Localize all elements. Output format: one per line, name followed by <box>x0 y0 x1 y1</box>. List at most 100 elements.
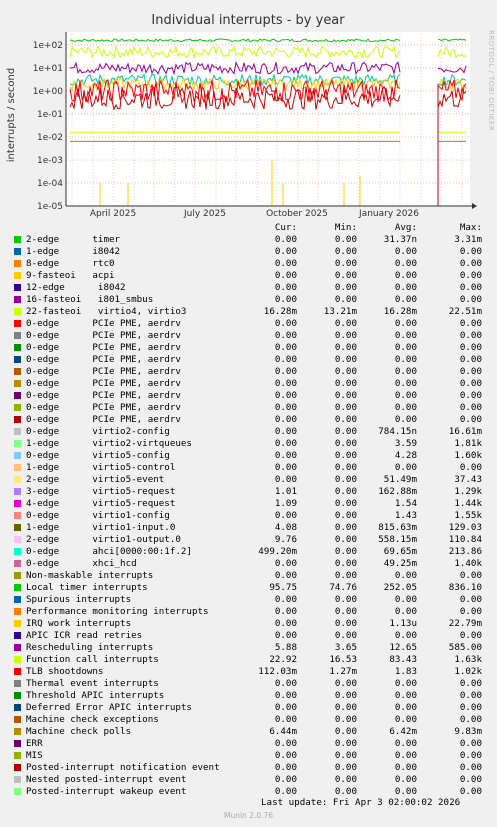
legend-value-max: 0.00 <box>459 678 482 689</box>
legend-value-avg: 0.00 <box>394 462 417 473</box>
legend-label: 0-edge virtio2-config <box>26 426 170 437</box>
legend-swatch <box>14 536 21 543</box>
legend-row: Threshold APIC interrupts 0.00 0.00 0.00 0.0… <box>0 690 497 702</box>
legend-swatch <box>14 608 21 615</box>
legend-row: IRQ work interrupts 0.00 0.00 1.13u 22.79m <box>0 618 497 630</box>
legend-value-avg: 6.42m <box>389 726 417 737</box>
legend-label: 2-edge virtio1-output.0 <box>26 534 181 545</box>
legend-row: Deferred Error APIC interrupts 0.00 0.00 0.… <box>0 702 497 714</box>
legend-row: 0-edge PCIe PME, aerdrv 0.00 0.00 0.00 0.00 <box>0 414 497 426</box>
legend-value-max: 0.00 <box>459 330 482 341</box>
legend-swatch <box>14 488 21 495</box>
y-tick-label: 1e-04 <box>37 179 63 189</box>
y-tick-label: 1e+02 <box>33 41 63 51</box>
legend-swatch <box>14 272 21 279</box>
legend-swatch <box>14 560 21 567</box>
legend-row: Nested posted-interrupt event 0.00 0.00 0.0… <box>0 774 497 786</box>
legend-value-avg: 0.00 <box>394 354 417 365</box>
legend-value-max: 1.29k <box>454 486 482 497</box>
legend-swatch <box>14 716 21 723</box>
legend-row: MIS 0.00 0.00 0.00 0.00 <box>0 750 497 762</box>
legend-label: 9-fasteoi acpi <box>26 270 115 281</box>
legend-value-avg: 815.63m <box>378 522 417 533</box>
legend-swatch <box>14 656 21 663</box>
legend-swatch <box>14 500 21 507</box>
legend-row: 4-edge virtio5-request 1.09 0.00 1.54 1.44k <box>0 498 497 510</box>
legend-label: 8-edge rtc0 <box>26 258 115 269</box>
legend-value-avg: 0.00 <box>394 570 417 581</box>
legend-value-avg: 0.00 <box>394 630 417 641</box>
legend-value-max: 1.81k <box>454 438 482 449</box>
legend-label: 0-edge xhci_hcd <box>26 558 137 569</box>
legend-value-avg: 0.00 <box>394 282 417 293</box>
legend-value-max: 0.00 <box>459 414 482 425</box>
legend-swatch <box>14 476 21 483</box>
legend-row: 0-edge virtio2-config 0.00 0.00 784.15n 16.6… <box>0 426 497 438</box>
legend-value-max: 110.84 <box>448 534 482 545</box>
legend-value-max: 3.31m <box>454 234 482 245</box>
legend-swatch <box>14 404 21 411</box>
legend-row: 2-edge virtio1-output.0 9.76 0.00 558.15m 11… <box>0 534 497 546</box>
legend-label: 0-edge PCIe PME, aerdrv <box>26 390 181 401</box>
legend-row: Machine check polls 6.44m 0.00 6.42m 9.83m <box>0 726 497 738</box>
legend-label: 1-edge virtio1-input.0 <box>26 522 176 533</box>
legend-row: Rescheduling interrupts 5.88 3.65 12.65 585.… <box>0 642 497 654</box>
legend-value-max: 0.00 <box>459 342 482 353</box>
legend-value-avg: 0.00 <box>394 702 417 713</box>
legend-value-avg: 784.15n <box>378 426 417 437</box>
legend-row: 0-edge PCIe PME, aerdrv 0.00 0.00 0.00 0.00 <box>0 330 497 342</box>
legend-label: 0-edge PCIe PME, aerdrv <box>26 378 181 389</box>
legend-swatch <box>14 464 21 471</box>
legend-swatch <box>14 584 21 591</box>
legend-swatch <box>14 620 21 627</box>
legend-value-max: 1.44k <box>454 498 482 509</box>
legend-row: 1-edge virtio5-control 0.00 0.00 0.00 0.00 <box>0 462 497 474</box>
legend-label: 0-edge PCIe PME, aerdrv <box>26 354 181 365</box>
chart-title: Individual interrupts - by year <box>151 13 345 28</box>
legend-row: Local timer interrupts 95.75 74.76 252.05 83… <box>0 582 497 594</box>
legend-swatch <box>14 596 21 603</box>
x-axis-arrow <box>472 203 477 209</box>
legend-row: Non-maskable interrupts 0.00 0.00 0.00 0.00 <box>0 570 497 582</box>
legend-label: Rescheduling interrupts <box>26 642 154 653</box>
legend-value-max: 0.00 <box>459 702 482 713</box>
legend-swatch <box>14 308 21 315</box>
legend-value-max: 0.00 <box>459 354 482 365</box>
legend-value-avg: 0.00 <box>394 762 417 773</box>
legend-label: 2-edge timer <box>26 234 121 245</box>
legend-swatch <box>14 416 21 423</box>
x-tick-label: October 2025 <box>266 209 328 219</box>
legend-value-max: 0.00 <box>459 270 482 281</box>
legend-swatch <box>14 320 21 327</box>
legend-value-avg: 0.00 <box>394 366 417 377</box>
legend-row: 0-edge PCIe PME, aerdrv 0.00 0.00 0.00 0.00 <box>0 354 497 366</box>
legend-row: 3-edge virtio5-request 1.01 0.00 162.88m 1.2… <box>0 486 497 498</box>
legend-label: 3-edge virtio5-request <box>26 486 176 497</box>
legend-value-max: 0.00 <box>459 282 482 293</box>
legend-row: Thermal event interrupts 0.00 0.00 0.00 0.00 <box>0 678 497 690</box>
legend-swatch <box>14 356 21 363</box>
legend-swatch <box>14 548 21 555</box>
x-tick-label: July 2025 <box>183 209 226 219</box>
legend-value-max: 836.10 <box>448 582 482 593</box>
legend-value-avg: 1.83 <box>394 666 417 677</box>
legend-value-max: 16.61m <box>448 426 482 437</box>
legend-value-max: 0.00 <box>459 762 482 773</box>
legend-row: 12-edge i8042 0.00 0.00 0.00 0.00 <box>0 282 497 294</box>
legend-value-avg: 31.37n <box>383 234 417 245</box>
legend-label: Threshold APIC interrupts <box>26 690 165 701</box>
legend-value-avg: 0.00 <box>394 258 417 269</box>
legend-row: 0-edge PCIe PME, aerdrv 0.00 0.00 0.00 0.00 <box>0 318 497 330</box>
x-tick-label: January 2026 <box>358 209 419 219</box>
x-tick-label: April 2025 <box>90 209 136 219</box>
legend-row: 0-edge PCIe PME, aerdrv 0.00 0.00 0.00 0.00 <box>0 378 497 390</box>
legend-label: Thermal event interrupts <box>26 678 159 689</box>
legend-label: Function call interrupts <box>26 654 159 665</box>
legend-value-max: 1.02k <box>454 666 482 677</box>
legend-value-max: 0.00 <box>459 606 482 617</box>
legend-row: Performance monitoring interrupts 0.00 0.0… <box>0 606 497 618</box>
legend-label: Deferred Error APIC interrupts <box>26 702 192 713</box>
legend-swatch <box>14 440 21 447</box>
legend-value-avg: 0.00 <box>394 402 417 413</box>
legend-swatch <box>14 428 21 435</box>
